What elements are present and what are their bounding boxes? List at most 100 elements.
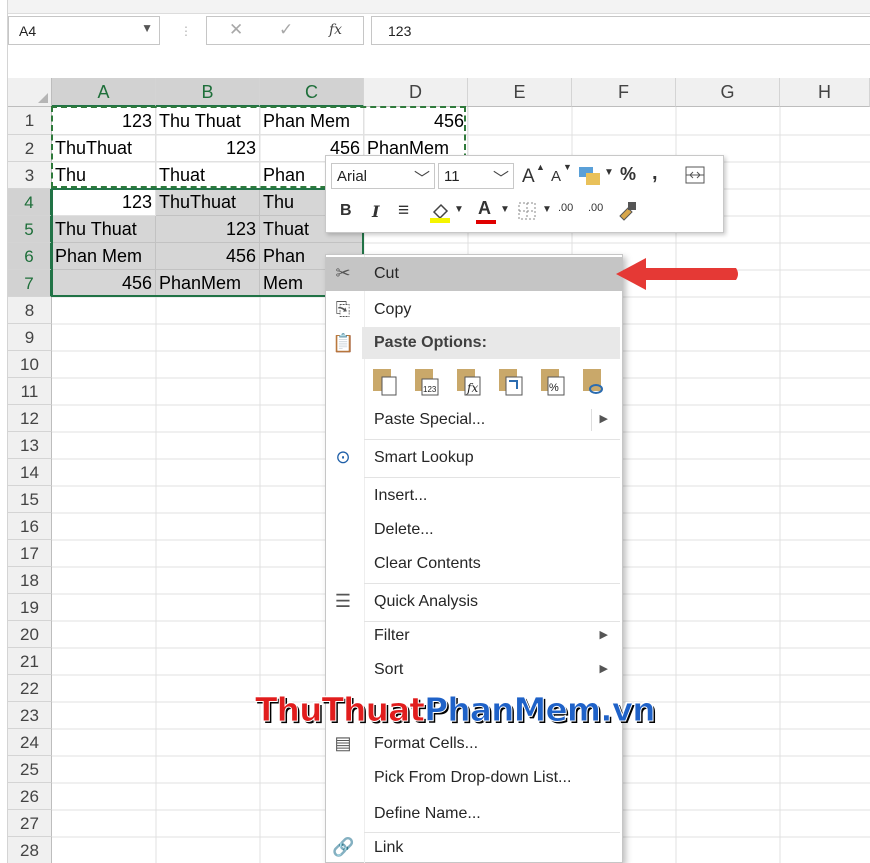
fill-color-icon[interactable] [428,198,452,224]
row-header-25[interactable]: 25 [8,756,52,783]
cell-a1[interactable]: 123 [52,107,156,135]
row-header-12[interactable]: 12 [8,405,52,432]
cell-a3[interactable]: Thu [52,162,156,189]
row-header-17[interactable]: 17 [8,540,52,567]
row-header-24[interactable]: 24 [8,729,52,756]
column-header-h[interactable]: H [780,78,870,107]
row-header-22[interactable]: 22 [8,675,52,702]
borders-dropdown-icon[interactable]: ▼ [542,204,552,215]
row-header-26[interactable]: 26 [8,783,52,810]
merge-center-icon[interactable] [684,164,706,186]
decrease-decimal-icon[interactable]: .00 [588,202,603,214]
paste-transpose-icon[interactable] [496,363,524,397]
row-header-8[interactable]: 8 [8,297,52,324]
row-header-19[interactable]: 19 [8,594,52,621]
row-header-5[interactable]: 5 [8,216,52,243]
menu-item-pick-from-list[interactable]: Pick From Drop-down List... [326,761,622,795]
menu-item-insert[interactable]: Insert... [326,479,622,513]
borders-icon[interactable] [516,200,538,222]
increase-decimal-icon[interactable]: .00 [558,202,573,214]
row-header-28[interactable]: 28 [8,837,52,863]
formula-input[interactable]: 123 [371,16,870,45]
dropdown-arrow-icon[interactable]: ▼ [604,167,614,178]
paste-icon[interactable] [370,363,398,397]
menu-item-format-cells[interactable]: ▤ Format Cells... [326,727,622,761]
column-header-a[interactable]: A [52,78,156,107]
name-box[interactable]: A4 ▼ [8,16,160,45]
font-name-dropdown[interactable]: Arial ﹀ [331,163,435,189]
paste-values-icon[interactable]: 123 [412,363,440,397]
percent-style-icon[interactable]: % [620,164,636,185]
paste-formulas-icon[interactable]: fx [454,363,482,397]
menu-item-link[interactable]: 🔗 Link [326,831,622,863]
name-box-dropdown-icon[interactable]: ▼ [141,21,153,35]
cell-a4[interactable]: 123 [52,189,156,216]
cell-b3[interactable]: Thuat [156,162,260,189]
menu-item-copy[interactable]: ⎘ Copy [326,293,622,327]
cell-b1[interactable]: Thu Thuat [156,107,260,135]
column-header-e[interactable]: E [468,78,572,107]
column-header-d[interactable]: D [364,78,468,107]
column-header-b[interactable]: B [156,78,260,107]
paste-link-icon[interactable] [580,363,608,397]
menu-item-clear-contents[interactable]: Clear Contents [326,547,622,581]
row-header-11[interactable]: 11 [8,378,52,405]
column-header-g[interactable]: G [676,78,780,107]
menu-item-filter[interactable]: Filter ▶ [326,619,622,653]
row-header-10[interactable]: 10 [8,351,52,378]
row-header-16[interactable]: 16 [8,513,52,540]
row-header-4[interactable]: 4 [8,189,52,216]
menu-item-define-name[interactable]: Define Name... [326,797,622,831]
select-all-button[interactable] [8,78,52,107]
insert-function-icon[interactable]: fx [329,22,342,38]
row-header-9[interactable]: 9 [8,324,52,351]
comma-style-icon[interactable]: , [652,162,658,185]
paste-formatting-icon[interactable]: % [538,363,566,397]
enter-icon[interactable]: ✓ [279,20,293,40]
menu-item-paste-special[interactable]: Paste Special... ▶ [326,403,622,437]
row-header-13[interactable]: 13 [8,432,52,459]
bold-button[interactable]: B [340,202,352,220]
menu-item-sort[interactable]: Sort ▶ [326,653,622,687]
row-header-6[interactable]: 6 [8,243,52,270]
row-header-18[interactable]: 18 [8,567,52,594]
row-header-15[interactable]: 15 [8,486,52,513]
font-color-icon[interactable]: A [478,198,491,219]
increase-font-size-icon[interactable]: A [522,166,535,188]
row-header-20[interactable]: 20 [8,621,52,648]
row-header-21[interactable]: 21 [8,648,52,675]
cell-b5[interactable]: 123 [156,216,260,243]
cell-a7[interactable]: 456 [52,270,156,297]
font-size-dropdown[interactable]: 11 ﹀ [438,163,514,189]
cell-a2[interactable]: ThuThuat [52,135,156,162]
column-header-c[interactable]: C [260,78,364,107]
row-header-23[interactable]: 23 [8,702,52,729]
chevron-down-icon[interactable]: ﹀ [493,165,509,189]
menu-item-smart-lookup[interactable]: ⊙ Smart Lookup [326,441,622,475]
chevron-down-icon[interactable]: ﹀ [414,165,430,189]
menu-item-cut[interactable]: ✂ Cut [326,257,622,291]
row-header-3[interactable]: 3 [8,162,52,189]
row-header-27[interactable]: 27 [8,810,52,837]
row-header-2[interactable]: 2 [8,135,52,162]
cancel-icon[interactable]: ✕ [229,20,243,40]
italic-button[interactable]: I [372,202,379,221]
format-painter-icon[interactable] [614,198,640,224]
number-format-icon[interactable] [578,165,602,187]
cell-b4[interactable]: ThuThuat [156,189,260,216]
formula-bar-grip-icon[interactable]: ⋮ [180,24,192,38]
cell-b7[interactable]: PhanMem [156,270,260,297]
align-center-icon[interactable]: ≡ [398,200,409,222]
row-header-14[interactable]: 14 [8,459,52,486]
cell-a5[interactable]: Thu Thuat [52,216,156,243]
cell-a6[interactable]: Phan Mem [52,243,156,270]
fill-color-dropdown-icon[interactable]: ▼ [454,204,464,215]
menu-item-quick-analysis[interactable]: ☰ Quick Analysis [326,585,622,619]
cell-b2[interactable]: 123 [156,135,260,162]
column-header-f[interactable]: F [572,78,676,107]
row-header-7[interactable]: 7 [8,270,52,297]
cell-d1[interactable]: 456 [364,107,468,135]
cell-c1[interactable]: Phan Mem [260,107,364,135]
cell-b6[interactable]: 456 [156,243,260,270]
decrease-font-size-icon[interactable]: A [551,168,561,185]
